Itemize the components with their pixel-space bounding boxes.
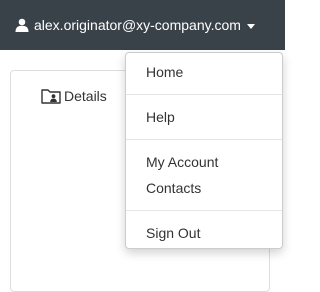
user-dropdown-menu: Home Help My Account Contacts Sign Out	[125, 52, 283, 249]
menu-item-contacts[interactable]: Contacts	[126, 175, 282, 201]
menu-divider	[126, 94, 282, 95]
menu-item-my-account[interactable]: My Account	[126, 149, 282, 175]
menu-item-home[interactable]: Home	[126, 59, 282, 85]
menu-divider	[126, 210, 282, 211]
user-icon	[15, 18, 29, 32]
menu-item-sign-out[interactable]: Sign Out	[126, 220, 282, 246]
user-email: alex.originator@xy-company.com	[34, 17, 241, 33]
tab-details[interactable]: Details	[41, 88, 107, 104]
tab-details-label: Details	[64, 88, 107, 104]
folder-user-icon	[41, 88, 61, 104]
menu-item-help[interactable]: Help	[126, 104, 282, 130]
top-navbar: alex.originator@xy-company.com	[0, 0, 285, 50]
caret-down-icon	[246, 23, 255, 29]
menu-divider	[126, 139, 282, 140]
user-menu-toggle[interactable]: alex.originator@xy-company.com	[0, 0, 255, 50]
